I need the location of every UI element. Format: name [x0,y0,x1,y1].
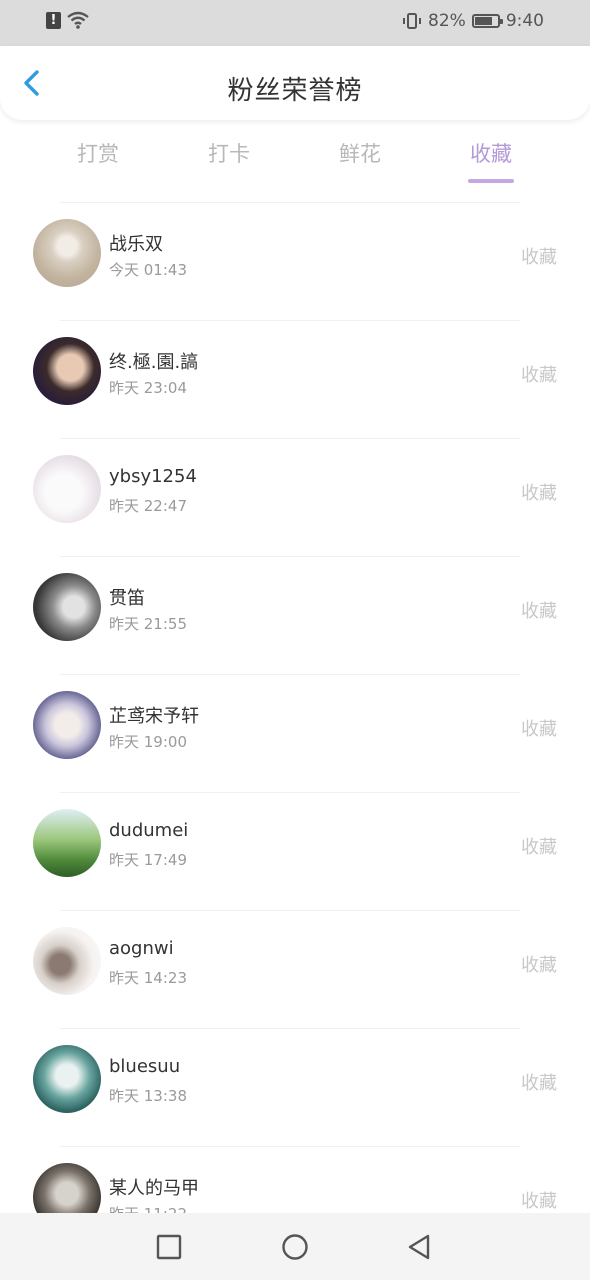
timestamp: 昨天 19:00 [109,733,187,751]
favorite-label: 收藏 [521,247,557,268]
timestamp: 昨天 22:47 [109,497,187,515]
triangle-back-icon[interactable] [406,1233,434,1261]
list-item[interactable]: ybsy1254 昨天 22:47 收藏 [0,438,590,556]
favorite-label: 收藏 [521,1073,557,1094]
active-tab-indicator [468,179,514,183]
tab-favorites-label: 收藏 [470,142,512,166]
timestamp: 昨天 14:23 [109,969,187,987]
wifi-icon [67,11,89,29]
favorite-label: 收藏 [521,601,557,622]
circle-icon[interactable] [281,1233,309,1261]
battery-icon [471,14,503,28]
tab-favorites[interactable]: 收藏 [451,138,531,183]
favorite-label: 收藏 [521,483,557,504]
user-name: 终.極.園.謞 [109,352,199,373]
user-name: 战乐双 [109,234,163,255]
favorite-label: 收藏 [521,837,557,858]
user-name: aognwi [109,938,174,959]
favorite-label: 收藏 [521,719,557,740]
avatar [33,455,101,523]
tab-bar: 打赏 打卡 鲜花 收藏 [0,138,590,188]
alert-icon: ! [46,11,61,29]
tab-reward[interactable]: 打赏 [58,138,138,168]
user-name: dudumei [109,820,189,841]
user-name: bluesuu [109,1056,181,1077]
favorite-label: 收藏 [521,955,557,976]
list-item[interactable]: aognwi 昨天 14:23 收藏 [0,910,590,1028]
user-name: 贯笛 [109,588,145,609]
avatar [33,1045,101,1113]
status-bar: ! 82% 9:40 [0,0,590,46]
battery-percent: 82% [428,11,466,31]
avatar [33,691,101,759]
tab-checkin[interactable]: 打卡 [189,138,269,168]
app-header: 粉丝荣誉榜 [0,46,590,120]
clock: 9:40 [505,11,544,31]
timestamp: 昨天 23:04 [109,379,187,397]
avatar [33,809,101,877]
favorite-label: 收藏 [521,365,557,386]
list-item[interactable]: bluesuu 昨天 13:38 收藏 [0,1028,590,1146]
timestamp: 今天 01:43 [109,261,187,279]
timestamp: 昨天 13:38 [109,1087,187,1105]
user-name: ybsy1254 [109,466,197,487]
user-name: 芷鸢宋予轩 [109,706,199,727]
list-item[interactable]: 贯笛 昨天 21:55 收藏 [0,556,590,674]
favorite-label: 收藏 [521,1191,557,1212]
timestamp: 昨天 17:49 [109,851,187,869]
square-icon[interactable] [155,1233,183,1261]
avatar [33,573,101,641]
list-item[interactable]: 战乐双 今天 01:43 收藏 [0,202,590,320]
system-nav-bar [0,1213,590,1280]
list-item[interactable]: 终.極.園.謞 昨天 23:04 收藏 [0,320,590,438]
vibrate-icon [403,13,422,29]
avatar [33,337,101,405]
list-item[interactable]: dudumei 昨天 17:49 收藏 [0,792,590,910]
page-title: 粉丝荣誉榜 [227,76,363,106]
avatar [33,927,101,995]
list-item[interactable]: 芷鸢宋予轩 昨天 19:00 收藏 [0,674,590,792]
avatar [33,219,101,287]
tab-flowers[interactable]: 鲜花 [320,138,400,168]
timestamp: 昨天 21:55 [109,615,187,633]
user-name: 某人的马甲 [109,1178,199,1199]
